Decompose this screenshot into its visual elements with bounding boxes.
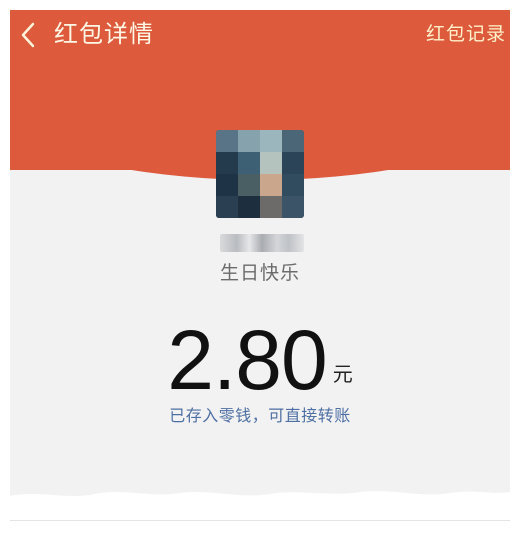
amount-unit: 元: [332, 362, 353, 386]
avatar[interactable]: [216, 130, 304, 218]
page-title: 红包详情: [54, 20, 154, 48]
red-packet-records-link[interactable]: 红包记录: [426, 21, 506, 47]
greeting-message: 生日快乐: [219, 262, 300, 284]
sender-name-redacted: [220, 234, 304, 252]
deposit-status-link[interactable]: 已存入零钱，可直接转账: [10, 404, 510, 428]
red-packet-detail-screen: 红包详情 红包记录 生日快乐 2.80 元 已存入零钱，可直接转账: [10, 10, 510, 530]
amount-value: 2.80: [167, 313, 327, 407]
divider: [10, 520, 510, 521]
chevron-left-icon: [21, 22, 35, 48]
back-button[interactable]: [14, 18, 42, 52]
torn-paper-edge: [10, 491, 510, 530]
amount-row: 2.80 元: [10, 318, 510, 402]
